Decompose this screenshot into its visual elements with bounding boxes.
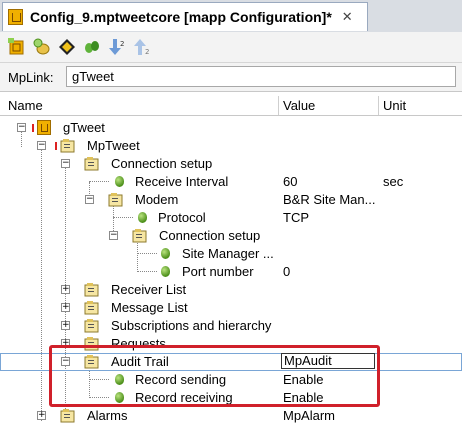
tree-row-protocol[interactable]: Protocol TCP <box>0 209 462 227</box>
tree-row-receiver-list[interactable]: + Receiver List <box>0 281 462 299</box>
group-icon <box>84 282 100 297</box>
tree-label: Site Manager ... <box>182 246 274 261</box>
tree-label: Alarms <box>87 408 128 423</box>
expand-toggle-icon[interactable]: + <box>37 411 46 420</box>
tree-row-port-number[interactable]: Port number 0 <box>0 263 462 281</box>
column-unit-header[interactable]: Unit <box>383 98 406 113</box>
collapse-toggle-icon[interactable]: − <box>109 231 118 240</box>
tree-row-gtweet[interactable]: − gTweet <box>0 119 462 137</box>
modified-marker-icon <box>55 142 57 150</box>
collapse-toggle-icon[interactable]: − <box>85 195 94 204</box>
tree-label: Subscriptions and hierarchy <box>111 318 272 333</box>
svg-text:2: 2 <box>120 40 124 48</box>
tree-label: Message List <box>111 300 188 315</box>
highlight-box <box>49 345 380 407</box>
parameter-icon <box>161 248 170 259</box>
mplink-bar: MpLink: <box>0 62 462 92</box>
tree-row-modem[interactable]: − Modem B&R Site Man... <box>0 191 462 209</box>
collapse-toggle-icon[interactable]: − <box>61 159 70 168</box>
mplink-input[interactable] <box>66 66 456 87</box>
group-icon <box>60 138 76 153</box>
tab-close-icon[interactable]: ✕ <box>342 9 353 25</box>
expand-toggle-icon[interactable]: + <box>61 321 70 330</box>
tree-label: Receive Interval <box>135 174 229 189</box>
column-value-header[interactable]: Value <box>283 98 315 113</box>
value-cell[interactable]: TCP <box>283 210 309 225</box>
parameter-icon <box>115 176 124 187</box>
tree-label: MpTweet <box>87 138 140 153</box>
mapp-config-icon <box>37 120 51 135</box>
new-config-icon[interactable] <box>6 36 28 58</box>
collapse-toggle-icon[interactable]: − <box>37 141 46 150</box>
tree-label: Connection setup <box>111 156 213 171</box>
tab-title: Config_9.mptweetcore [mapp Configuration… <box>30 9 332 25</box>
add-icon[interactable] <box>31 36 53 58</box>
mplink-label: MpLink: <box>8 70 54 85</box>
tree-row-receive-interval[interactable]: Receive Interval 60 sec <box>0 173 462 191</box>
editor-tab[interactable]: Config_9.mptweetcore [mapp Configuration… <box>2 2 368 31</box>
tree-row-site-manager[interactable]: Site Manager ... <box>0 245 462 263</box>
value-cell[interactable]: MpAlarm <box>283 408 335 423</box>
group-icon <box>60 408 76 423</box>
tree-label: Protocol <box>158 210 206 225</box>
collapse-toggle-icon[interactable]: − <box>17 123 26 132</box>
value-cell[interactable]: 60 <box>283 174 297 189</box>
tree-row-message-list[interactable]: + Message List <box>0 299 462 317</box>
navigate-icon[interactable] <box>56 36 78 58</box>
tree-label: Receiver List <box>111 282 187 297</box>
column-name-header[interactable]: Name <box>8 98 43 113</box>
svg-text:2: 2 <box>145 48 149 56</box>
tree-label: gTweet <box>63 120 105 135</box>
tree-label: Modem <box>135 192 179 207</box>
tree-label: Connection setup <box>159 228 261 243</box>
tree-row-modem-connection-setup[interactable]: − Connection setup <box>0 227 462 245</box>
toolbar: 2 2 <box>0 32 462 62</box>
column-header: Name Value Unit <box>0 96 462 116</box>
group-icon <box>84 156 100 171</box>
tree-row-mptweet[interactable]: − MpTweet <box>0 137 462 155</box>
tree-row-connection-setup[interactable]: − Connection setup <box>0 155 462 173</box>
expand-toggle-icon[interactable]: + <box>61 303 70 312</box>
sort-ascending-icon[interactable]: 2 <box>131 36 153 58</box>
link-icon[interactable] <box>81 36 103 58</box>
tree-row-alarms[interactable]: + Alarms MpAlarm <box>0 407 462 425</box>
value-cell[interactable]: B&R Site Man... <box>283 192 375 207</box>
editor-tab-bar: Config_9.mptweetcore [mapp Configuration… <box>0 0 462 33</box>
tree-label: Port number <box>182 264 254 279</box>
parameter-icon <box>138 212 147 223</box>
parameter-icon <box>161 266 170 277</box>
unit-cell: sec <box>383 174 404 189</box>
expand-toggle-icon[interactable]: + <box>61 285 70 294</box>
modified-marker-icon <box>32 124 34 132</box>
column-divider[interactable] <box>278 96 279 115</box>
group-icon <box>108 192 124 207</box>
group-icon <box>84 318 100 333</box>
column-divider[interactable] <box>378 96 379 115</box>
group-icon <box>84 300 100 315</box>
tree-row-subscriptions[interactable]: + Subscriptions and hierarchy <box>0 317 462 335</box>
mapp-config-icon <box>8 9 23 25</box>
sort-descending-icon[interactable]: 2 <box>106 36 128 58</box>
value-cell[interactable]: 0 <box>283 264 290 279</box>
group-icon <box>132 228 148 243</box>
